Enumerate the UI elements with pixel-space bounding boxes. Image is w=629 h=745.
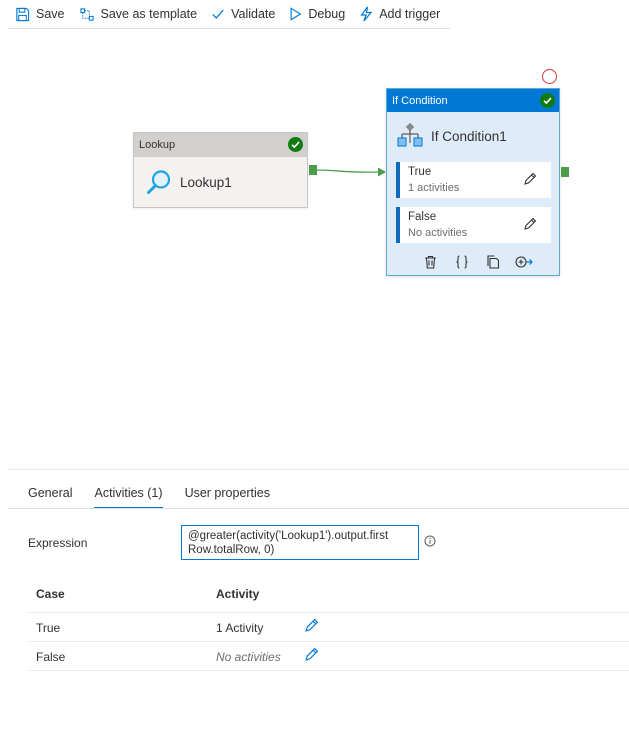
if-node-header: If Condition xyxy=(387,89,559,112)
pencil-icon[interactable] xyxy=(523,172,537,186)
lightning-icon xyxy=(360,6,373,22)
save-as-template-button[interactable]: Save as template xyxy=(72,0,205,29)
lookup-node-type: Lookup xyxy=(139,139,176,151)
activity-cell: 1 Activity xyxy=(216,621,264,635)
info-icon[interactable] xyxy=(424,535,436,547)
tabs-divider xyxy=(8,508,629,509)
template-icon xyxy=(79,7,94,21)
save-icon xyxy=(16,7,30,21)
validate-label: Validate xyxy=(231,7,276,21)
row-divider xyxy=(28,612,629,613)
activity-column-header: Activity xyxy=(216,587,260,601)
save-button[interactable]: Save xyxy=(8,0,72,29)
case-cell: True xyxy=(36,621,61,635)
pencil-icon[interactable] xyxy=(523,217,537,231)
pencil-icon[interactable] xyxy=(304,618,319,633)
expression-line: @greater(activity('Lookup1').output.firs… xyxy=(188,530,389,542)
tab-general[interactable]: General xyxy=(28,478,72,508)
row-divider xyxy=(28,641,629,642)
pipeline-toolbar: Save Save as template Validate Debug Add… xyxy=(8,0,450,29)
canvas-divider xyxy=(8,469,629,470)
debug-label: Debug xyxy=(308,7,346,21)
lookup-node-body: Lookup1 xyxy=(134,157,307,207)
success-connector[interactable] xyxy=(308,164,388,180)
expression-line: Row.totalRow, 0) xyxy=(188,544,275,556)
lookup-node-header: Lookup xyxy=(134,133,307,157)
play-icon xyxy=(290,7,302,21)
expression-input[interactable]: @greater(activity('Lookup1').output.firs… xyxy=(181,525,419,560)
branch-name: True xyxy=(408,166,432,178)
branch-icon xyxy=(397,123,423,147)
save-as-template-label: Save as template xyxy=(100,7,198,21)
checkmark-icon xyxy=(212,9,224,19)
lookup-output-port[interactable] xyxy=(309,165,317,175)
add-trigger-button[interactable]: Add trigger xyxy=(352,0,447,29)
expression-label: Expression xyxy=(28,536,88,550)
save-label: Save xyxy=(36,7,65,21)
properties-tabs: General Activities (1) User properties xyxy=(28,478,292,509)
if-node-title-row: If Condition1 xyxy=(387,112,559,160)
delete-icon[interactable] xyxy=(415,255,446,269)
add-output-icon[interactable] xyxy=(508,255,539,269)
failure-port-icon[interactable] xyxy=(542,69,557,84)
pencil-icon[interactable] xyxy=(304,647,319,662)
row-divider xyxy=(28,670,629,671)
if-node-type: If Condition xyxy=(392,94,448,107)
true-branch[interactable]: True 1 activities xyxy=(396,162,551,198)
if-condition-node[interactable]: If Condition If Condition1 True 1 activi… xyxy=(386,88,560,276)
if-node-name: If Condition1 xyxy=(431,128,507,144)
debug-button[interactable]: Debug xyxy=(282,0,352,29)
if-output-port[interactable] xyxy=(561,167,569,177)
branch-summary: No activities xyxy=(408,227,468,239)
magnifier-icon xyxy=(147,170,171,194)
branch-name: False xyxy=(408,211,437,223)
activity-cell: No activities xyxy=(216,650,281,664)
lookup-node-name: Lookup1 xyxy=(180,174,232,190)
success-check-icon xyxy=(540,93,555,108)
case-column-header: Case xyxy=(36,587,65,601)
lookup-activity-node[interactable]: Lookup Lookup1 xyxy=(133,132,308,208)
success-check-icon xyxy=(288,137,303,152)
validate-button[interactable]: Validate xyxy=(204,0,282,29)
case-cell: False xyxy=(36,650,66,664)
code-braces-icon[interactable] xyxy=(446,255,477,269)
branch-summary: 1 activities xyxy=(408,182,460,194)
tab-activities[interactable]: Activities (1) xyxy=(94,478,163,509)
false-branch[interactable]: False No activities xyxy=(396,207,551,243)
tab-user-properties[interactable]: User properties xyxy=(185,478,270,508)
copy-icon[interactable] xyxy=(477,255,508,269)
add-trigger-label: Add trigger xyxy=(379,7,441,21)
node-action-bar xyxy=(415,255,539,269)
